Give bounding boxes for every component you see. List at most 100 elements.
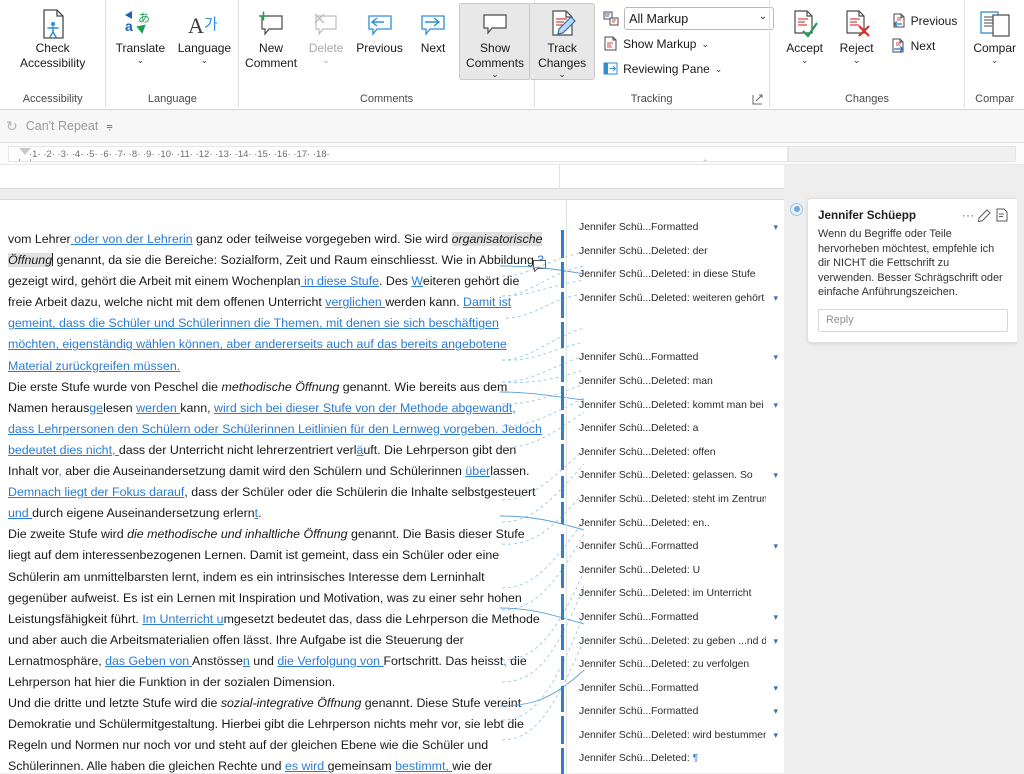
reviewing-pane-menu[interactable]: Reviewing Pane ⌄: [599, 57, 778, 80]
revision-row[interactable]: Jennifer Schü... Formatted ▾: [579, 612, 778, 636]
accept-change-button[interactable]: Accept ⌄: [779, 3, 831, 66]
comment-card[interactable]: Jennifer Schüepp ··· Wenn du Begriffe od…: [807, 198, 1019, 343]
revision-row[interactable]: Jennifer Schü... Formatted ▾: [579, 541, 778, 565]
previous-change-button[interactable]: Previous: [887, 9, 962, 32]
previous-comment-button[interactable]: Previous: [352, 3, 407, 58]
run-p-organisatorische-13: werden kann.: [385, 295, 464, 310]
revision-row[interactable]: Jennifer Schü... Deleted: der: [579, 246, 778, 270]
expand-revision-icon[interactable]: ▾: [766, 636, 778, 647]
revision-row[interactable]: Jennifer Schü... Deleted: steht im Zentru…: [579, 494, 778, 518]
expand-revision-icon[interactable]: ▾: [766, 400, 778, 411]
revision-author: Jennifer Schü...: [579, 682, 651, 694]
expand-revision-icon[interactable]: ▾: [766, 293, 778, 304]
horizontal-ruler[interactable]: ·1· ·2· ·3· ·4· ·5· ·6· ·7· ·8· ·9· ·10·…: [0, 143, 1024, 165]
expand-revision-icon[interactable]: ▾: [766, 541, 778, 552]
show-markup-menu[interactable]: Show Markup ⌄: [599, 32, 778, 55]
resolve-comment-icon[interactable]: [995, 208, 1008, 222]
svg-text:가: 가: [204, 15, 218, 33]
translate-label: Translate: [115, 41, 166, 55]
reject-change-label: Reject: [839, 41, 874, 55]
revision-row[interactable]: Jennifer Schü... Formatted ▾: [579, 222, 778, 246]
previous-change-icon: [891, 13, 906, 28]
revision-row[interactable]: Jennifer Schü... Formatted ▾: [579, 683, 778, 707]
revision-row[interactable]: Jennifer Schü... Deleted: a: [579, 423, 778, 447]
user-avatar-icon: [790, 203, 803, 216]
revision-author: Jennifer Schü...: [579, 352, 651, 364]
next-comment-button[interactable]: Next: [407, 3, 459, 58]
revision-row[interactable]: Jennifer Schü... Deleted: ¶: [579, 753, 778, 774]
chevron-down-icon[interactable]: ⌄: [137, 55, 145, 64]
display-for-review-icon: [603, 11, 619, 26]
revision-row[interactable]: Jennifer Schü... Deleted: gelassen. So ▾: [579, 470, 778, 494]
revision-row[interactable]: Jennifer Schü... Deleted: kommt man bei ▾: [579, 400, 778, 424]
previous-comment-label: Previous: [356, 41, 403, 55]
display-for-review-select[interactable]: Simple MarkupAll MarkupNo MarkupOriginal: [624, 7, 775, 30]
chevron-down-icon[interactable]: ⌄: [801, 55, 809, 64]
ellipsis-icon[interactable]: ···: [962, 208, 974, 222]
pencil-edit-icon[interactable]: [978, 208, 991, 222]
comment-balloon-icon[interactable]: [533, 260, 546, 272]
markup-revision-list[interactable]: Jennifer Schü... Formatted ▾ Jennifer Schü.…: [566, 200, 784, 774]
revision-author: Jennifer Schü...: [579, 753, 651, 765]
first-line-indent-marker[interactable]: [19, 148, 31, 155]
expand-revision-icon[interactable]: ▾: [766, 352, 778, 363]
revision-row[interactable]: Jennifer Schü... Deleted: U: [579, 565, 778, 589]
revision-row[interactable]: Jennifer Schü... Formatted ▾: [579, 706, 778, 730]
check-accessibility-button[interactable]: Check Accessibility: [5, 3, 101, 72]
show-comments-button[interactable]: Show Comments ⌄: [459, 3, 532, 81]
chevron-down-icon[interactable]: ⌄: [558, 70, 566, 79]
track-changes-button[interactable]: Track Changes ⌄: [529, 3, 596, 81]
run-p-organisatorische-7: gezeigt wird, gehört die Arbeit mit eine…: [8, 274, 301, 289]
new-comment-button[interactable]: New Comment: [242, 3, 300, 72]
revision-description: Formatted: [651, 541, 699, 553]
expand-revision-icon[interactable]: ▾: [766, 706, 778, 717]
revision-row[interactable]: Jennifer Schü... Deleted: offen: [579, 447, 778, 471]
chevron-down-icon[interactable]: ⌄: [322, 55, 330, 64]
next-change-button[interactable]: Next: [887, 34, 962, 57]
revision-row[interactable]: Jennifer Schü... Deleted: zu verfolgen: [579, 659, 778, 683]
expand-revision-icon[interactable]: ▾: [766, 730, 778, 741]
chevron-down-icon[interactable]: ⌄: [991, 55, 999, 64]
language-button[interactable]: A 가 Language ⌄: [172, 3, 236, 66]
comment-body-text: Wenn du Begriffe oder Teile hervorheben …: [818, 228, 1003, 299]
group-label-accessibility: Accessibility: [22, 93, 83, 105]
revision-row[interactable]: Jennifer Schü... Deleted: weiteren gehört…: [579, 293, 778, 317]
revision-row[interactable]: Jennifer Schü... Deleted: wird bestummen …: [579, 730, 778, 754]
ruler-track[interactable]: ·1· ·2· ·3· ·4· ·5· ·6· ·7· ·8· ·9· ·10·…: [8, 146, 788, 162]
left-indent-marker[interactable]: [19, 159, 31, 161]
customize-quick-access-toolbar-icon[interactable]: ⩦: [106, 120, 112, 133]
chevron-down-icon[interactable]: ⌄: [715, 64, 723, 73]
revision-row[interactable]: Jennifer Schü... Deleted: zu geben ...nd …: [579, 636, 778, 660]
accept-change-label: Accept: [786, 41, 823, 55]
comment-reply-input[interactable]: Reply: [818, 308, 1008, 332]
compare-button[interactable]: Compar ⌄: [965, 3, 1024, 66]
revision-row[interactable]: Jennifer Schü... Deleted: man: [579, 376, 778, 400]
revision-row[interactable]: Jennifer Schü... Deleted: im Unterricht: [579, 588, 778, 612]
chevron-down-icon[interactable]: ⌄: [701, 39, 709, 48]
chevron-down-icon[interactable]: ⌄: [853, 55, 861, 64]
right-indent-marker[interactable]: [699, 159, 711, 161]
revision-row[interactable]: Jennifer Schü... Formatted ▾: [579, 352, 778, 376]
translate-button[interactable]: a あ Translate ⌄: [108, 3, 172, 66]
expand-revision-icon[interactable]: ▾: [766, 222, 778, 233]
revision-description: Deleted: man: [651, 375, 713, 387]
document-text-area[interactable]: vom Lehrer oder von der Lehrerin ganz od…: [0, 200, 559, 774]
revision-row[interactable]: Jennifer Schü... Deleted: en..: [579, 518, 778, 542]
revision-row[interactable]: Jennifer Schü... Deleted: in diese Stufe: [579, 269, 778, 293]
revision-description: Deleted: zu geben ...nd der: [651, 635, 766, 647]
next-comment-label: Next: [420, 41, 446, 55]
chevron-down-icon[interactable]: ⌄: [201, 55, 209, 64]
svg-text:あ: あ: [138, 11, 150, 25]
expand-revision-icon[interactable]: ▾: [766, 683, 778, 694]
reject-change-button[interactable]: Reject ⌄: [831, 3, 883, 66]
expand-revision-icon[interactable]: ▾: [766, 470, 778, 481]
delete-comment-button[interactable]: Delete ⌄: [300, 3, 352, 66]
revision-author: Jennifer Schü...: [579, 729, 651, 741]
revision-author: Jennifer Schü...: [579, 588, 651, 600]
tracking-dialog-launcher-icon[interactable]: [752, 94, 764, 106]
quick-access-toolbar: ↻ Can't Repeat ⩦: [0, 110, 1024, 143]
compare-icon: [979, 7, 1011, 41]
chevron-down-icon[interactable]: ⌄: [491, 70, 499, 79]
run-p-inhaltliche-1: die methodische und inhaltliche Öffnung: [127, 527, 348, 542]
expand-revision-icon[interactable]: ▾: [766, 612, 778, 623]
